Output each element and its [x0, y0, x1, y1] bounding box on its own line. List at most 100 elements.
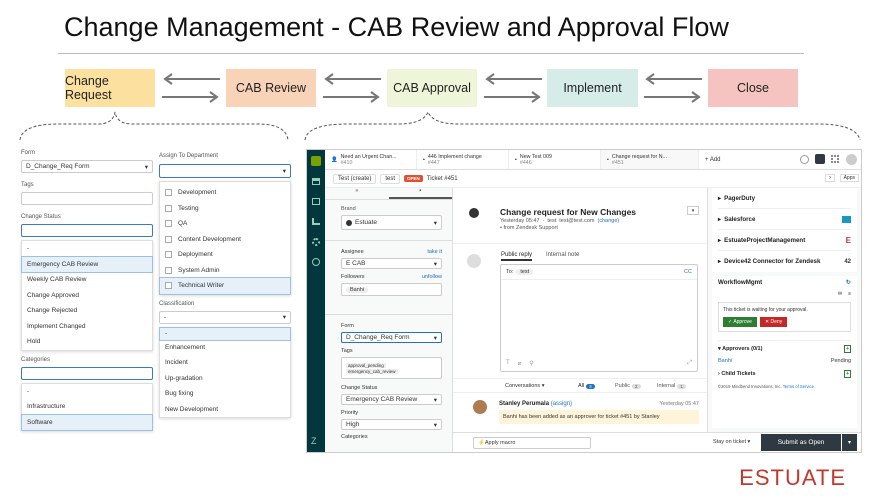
tab-ticket-451[interactable]: ▪ Change request for N... #451 [601, 150, 699, 169]
dept-option-development[interactable]: Development [160, 185, 290, 201]
tags-input[interactable]: approval_pending emergency_cab_review [341, 357, 442, 379]
tags-input[interactable] [21, 192, 153, 205]
mail-icon[interactable]: ✉ [838, 291, 842, 297]
filter-all[interactable]: All 3 [578, 383, 595, 389]
filter-internal[interactable]: Internal 1 [657, 383, 686, 389]
option-software[interactable]: Software [21, 413, 153, 431]
option-dash[interactable]: - [22, 241, 152, 257]
child-tickets-section[interactable]: › Child Tickets + [718, 370, 851, 378]
conversations-filter[interactable]: Conversations ▾ [505, 383, 544, 389]
option-new-development[interactable]: New Development [160, 402, 290, 418]
filter-public[interactable]: Public 2 [615, 383, 641, 389]
option-incident[interactable]: Incident [160, 355, 290, 371]
views-icon[interactable] [312, 198, 320, 205]
search-kb-icon[interactable]: ⚲ [529, 360, 533, 367]
change-status-select[interactable]: Emergency CAB Review ▾ [341, 394, 442, 405]
menu-icon[interactable]: ≡ [848, 291, 851, 297]
change-status-input[interactable] [21, 224, 153, 237]
apply-macro-select[interactable]: ⚡ Apply macro [473, 437, 591, 449]
assign-link[interactable]: (assign) [551, 401, 572, 407]
chat-icon[interactable] [815, 154, 825, 164]
attach-icon[interactable]: ⌀ [518, 360, 522, 367]
home-icon[interactable] [312, 178, 320, 185]
apps-button[interactable]: Apps [839, 174, 859, 182]
add-child-ticket-icon[interactable]: + [844, 370, 851, 378]
option-up-gradation[interactable]: Up-gradation [160, 371, 290, 387]
approvers-section[interactable]: ▾ Approvers (0/1) + [718, 340, 851, 353]
cc-link[interactable]: CC [684, 269, 692, 275]
ticket-subject[interactable]: Change request for New Changes [500, 207, 636, 217]
checkbox-icon [165, 189, 172, 197]
brand-select[interactable]: Estuate ▾ [341, 215, 442, 230]
tab-ticket-447[interactable]: ▪ 446 Implement change #447 [417, 150, 509, 169]
breadcrumb-requester[interactable]: Test (create) [333, 173, 377, 184]
deny-button[interactable]: ✕ Deny [759, 317, 788, 327]
refresh-icon[interactable]: ↻ [846, 279, 851, 286]
categories-input[interactable] [21, 366, 153, 380]
submit-options-icon[interactable]: ▾ [842, 434, 857, 451]
app-device42[interactable]: ▸ Device42 Connector for Zendesk 42 [718, 251, 851, 272]
admin-gear-icon[interactable] [312, 238, 320, 246]
zendesk-logo-icon[interactable] [311, 156, 321, 166]
internal-note-tab[interactable]: Internal note [546, 252, 579, 258]
dept-option-content-development[interactable]: Content Development [160, 232, 290, 248]
form-select[interactable]: D_Change_Req Form ▾ [341, 332, 442, 343]
option-emergency-cab-review[interactable]: Emergency CAB Review [21, 255, 153, 273]
tab-ticket-410[interactable]: 👤 Need an Urgent Chan... #410 [325, 150, 417, 169]
option-bug-fixing[interactable]: Bug fixing [160, 386, 290, 402]
priority-select[interactable]: High ▾ [341, 419, 442, 430]
classification-select[interactable]: - ▾ [159, 310, 291, 324]
assignee-select[interactable]: E CAB ▾ [341, 258, 442, 269]
next-arrow-icon[interactable]: › [825, 174, 835, 182]
approve-button[interactable]: ✓ Approve [723, 317, 757, 327]
app-pagerduty[interactable]: ▸ PagerDuty [718, 188, 851, 209]
dept-select[interactable]: ▾ [159, 164, 291, 178]
option-dash[interactable]: - [22, 384, 152, 400]
followers-input[interactable]: Banhi [341, 283, 442, 296]
add-tab-button[interactable]: + Add [699, 150, 739, 169]
app-salesforce[interactable]: ▸ Salesforce [718, 209, 851, 230]
text-format-icon[interactable]: T [506, 360, 510, 367]
avatar[interactable] [846, 154, 857, 165]
option-enhancement[interactable]: Enhancement [160, 340, 290, 356]
reply-editor[interactable]: To: test CC T ⌀ ⚲ ⤢ [500, 264, 698, 372]
option-infrastructure[interactable]: Infrastructure [22, 399, 152, 415]
option-dash[interactable]: - [159, 326, 291, 341]
stay-on-ticket-select[interactable]: Stay on ticket ▾ [713, 439, 750, 445]
public-reply-tab[interactable]: Public reply [501, 252, 533, 261]
app-estuate-pm[interactable]: ▸ EstuateProjectManagement E [718, 230, 851, 251]
dept-option-qa[interactable]: QA [160, 216, 290, 232]
zendesk-z-icon[interactable]: Z [311, 436, 317, 446]
tab-ticket-446[interactable]: ▪ New Test 009 #446 [509, 150, 601, 169]
add-approver-icon[interactable]: + [844, 345, 851, 353]
reporting-icon[interactable] [312, 218, 320, 225]
form-select[interactable]: D_Change_Req Form ▾ [21, 160, 153, 173]
dept-option-deployment[interactable]: Deployment [160, 247, 290, 263]
option-change-approved[interactable]: Change Approved [22, 288, 152, 304]
workflow-icon[interactable] [312, 258, 320, 266]
apps-grid-icon[interactable] [831, 155, 839, 163]
to-tag[interactable]: test [516, 269, 534, 275]
take-it-link[interactable]: take it [427, 249, 442, 255]
dept-option-system-admin[interactable]: System Admin [160, 263, 290, 279]
conversation-area: Change request for New Changes Yesterday… [453, 188, 707, 452]
option-implement-changed[interactable]: Implement Changed [22, 319, 152, 335]
tag-approval-pending[interactable]: approval_pending [346, 362, 386, 368]
unfollow-link[interactable]: unfollow [422, 274, 442, 280]
change-link[interactable]: (change) [598, 218, 620, 224]
follower-tag[interactable]: Banhi [346, 286, 369, 293]
ticket-options-icon[interactable]: ▾ [687, 206, 699, 215]
breadcrumb-org[interactable]: test [380, 173, 401, 184]
option-weekly-cab-review[interactable]: Weekly CAB Review [22, 272, 152, 288]
submit-button[interactable]: Submit as Open [761, 434, 841, 451]
ticket-tab-icon[interactable]: ▪ [388, 188, 452, 199]
option-hold[interactable]: Hold [22, 334, 152, 350]
dept-option-technical-writer[interactable]: Technical Writer [159, 277, 291, 295]
dept-option-testing[interactable]: Testing [160, 201, 290, 217]
option-change-rejected[interactable]: Change Rejected [22, 303, 152, 319]
search-icon[interactable] [800, 155, 809, 164]
user-tab-icon[interactable]: ● [325, 188, 389, 199]
tag-emergency-cab-review[interactable]: emergency_cab_review [346, 368, 398, 374]
expand-icon[interactable]: ⤢ [687, 360, 692, 367]
ticket-number[interactable]: Ticket #451 [427, 176, 458, 182]
